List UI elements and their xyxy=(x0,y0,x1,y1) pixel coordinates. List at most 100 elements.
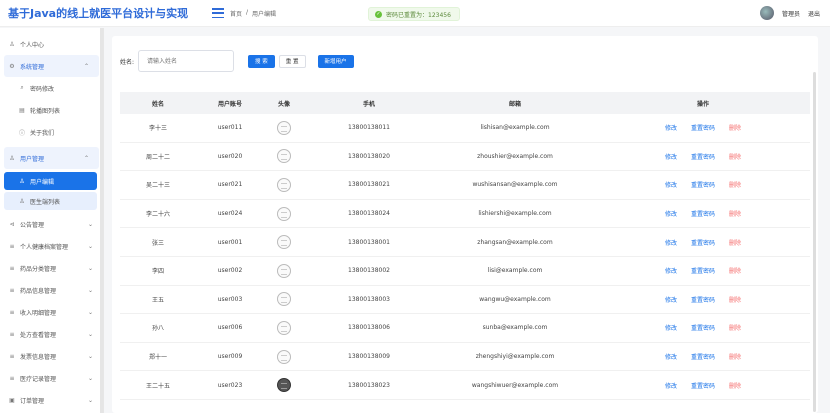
chevron-down-icon: ⌄ xyxy=(87,242,93,250)
table-body: 李十三 user011 13800138011 lishisan@example.co… xyxy=(120,114,810,400)
edit-button[interactable]: 修改 xyxy=(665,123,677,132)
reset-password-button[interactable]: 重置密码 xyxy=(691,123,715,132)
check-icon: ✓ xyxy=(375,10,382,18)
delete-button[interactable]: 删除 xyxy=(729,152,741,161)
cell-account: user002 xyxy=(217,267,243,275)
delete-button[interactable]: 删除 xyxy=(729,295,741,304)
chevron-down-icon: ⌄ xyxy=(87,264,93,272)
reset-password-button[interactable]: 重置密码 xyxy=(691,266,715,275)
chevron-down-icon: ⌄ xyxy=(87,220,93,228)
breadcrumb: 首页 / 用户编辑 xyxy=(230,9,276,18)
breadcrumb-home[interactable]: 首页 xyxy=(230,9,242,18)
edit-button[interactable]: 修改 xyxy=(665,295,677,304)
sidebar-item-user-edit[interactable]: ♙ 用户编辑 xyxy=(4,172,97,190)
reset-password-button[interactable]: 重置密码 xyxy=(691,352,715,361)
cell-name: 王二十五 xyxy=(145,382,170,390)
sidebar-item-user-management[interactable]: ♙ 用户管理 ⌃ xyxy=(4,147,99,169)
list-icon: ≡ xyxy=(9,286,15,294)
cell-name: 王五 xyxy=(151,296,164,304)
user-icon: ♙ xyxy=(19,177,25,185)
main-scrollbar[interactable] xyxy=(813,72,816,412)
search-button[interactable]: 搜 索 xyxy=(248,54,275,68)
cell-actions: 修改 重置密码 删除 xyxy=(596,209,810,218)
delete-button[interactable]: 删除 xyxy=(729,238,741,247)
cell-account: user021 xyxy=(217,181,243,189)
table-row: 孙八 user006 13800138006 sunba@example.com 修改 重… xyxy=(120,314,810,343)
reset-password-button[interactable]: 重置密码 xyxy=(691,238,715,247)
sidebar-scrollbar[interactable] xyxy=(100,28,103,413)
sidebar-item-label: 轮播图列表 xyxy=(30,107,61,115)
chevron-down-icon: ⌄ xyxy=(87,396,93,404)
search-input[interactable] xyxy=(138,50,235,72)
chevron-up-icon: ⌃ xyxy=(83,154,89,162)
user-name[interactable]: 管理员 xyxy=(782,9,800,18)
breadcrumb-separator: / xyxy=(246,8,249,16)
edit-button[interactable]: 修改 xyxy=(665,152,677,161)
user-table: 姓名 用户账号 头像 手机 邮箱 操作 李十三 user011 1380013801… xyxy=(120,92,810,400)
menu-toggle-icon[interactable] xyxy=(212,8,224,18)
cell-avatar xyxy=(264,320,304,335)
sidebar-item-announcement[interactable]: ⊲ 公告管理 ⌄ xyxy=(0,213,103,235)
cell-name: 孙八 xyxy=(151,325,164,333)
sidebar-item-password-change[interactable]: ⌕ 密码修改 xyxy=(0,77,103,99)
delete-button[interactable]: 删除 xyxy=(729,123,741,132)
sidebar-item-drug-category[interactable]: ≡ 药品分类管理 ⌄ xyxy=(0,257,103,279)
sidebar-item-carousel-list[interactable]: ▤ 轮播图列表 xyxy=(0,99,103,121)
sidebar-item-drug-info[interactable]: ≡ 药品信息管理 ⌄ xyxy=(0,279,103,301)
sidebar-item-label: 密码修改 xyxy=(30,85,55,93)
sidebar-item-prescription[interactable]: ≡ 处方查看管理 ⌄ xyxy=(0,323,103,345)
sidebar-item-label: 用户管理 xyxy=(20,155,45,163)
edit-button[interactable]: 修改 xyxy=(665,352,677,361)
col-email-header: 邮箱 xyxy=(508,100,521,108)
reset-password-button[interactable]: 重置密码 xyxy=(691,381,715,390)
delete-button[interactable]: 删除 xyxy=(729,180,741,189)
cell-avatar xyxy=(264,206,304,221)
sidebar-item-orders[interactable]: ▣ 订单管理 ⌄ xyxy=(0,389,103,411)
reset-password-button[interactable]: 重置密码 xyxy=(691,209,715,218)
table-row: 周二十二 user020 13800138020 zhoushier@example.… xyxy=(120,143,810,172)
sidebar-item-label: 关于我们 xyxy=(30,129,55,137)
sidebar-item-label: 用户编辑 xyxy=(30,178,55,186)
reset-password-button[interactable]: 重置密码 xyxy=(691,152,715,161)
edit-button[interactable]: 修改 xyxy=(665,266,677,275)
reset-password-button[interactable]: 重置密码 xyxy=(691,295,715,304)
edit-button[interactable]: 修改 xyxy=(665,323,677,332)
delete-button[interactable]: 删除 xyxy=(729,352,741,361)
delete-button[interactable]: 删除 xyxy=(729,381,741,390)
edit-button[interactable]: 修改 xyxy=(665,381,677,390)
sidebar-item-doctor-list[interactable]: ♙ 医生端列表 xyxy=(4,192,97,210)
cell-account: user003 xyxy=(217,295,243,303)
sidebar-item-label: 收入明细管理 xyxy=(20,309,57,317)
sidebar-item-invoice[interactable]: ≡ 发票信息管理 ⌄ xyxy=(0,345,103,367)
cell-name: 李二十六 xyxy=(145,211,170,219)
megaphone-icon: ⊲ xyxy=(9,220,15,228)
breadcrumb-current: 用户编辑 xyxy=(252,10,277,18)
reset-password-button[interactable]: 重置密码 xyxy=(691,180,715,189)
sidebar-item-about-us[interactable]: ⓘ 关于我们 xyxy=(0,121,103,143)
delete-button[interactable]: 删除 xyxy=(729,209,741,218)
delete-button[interactable]: 删除 xyxy=(729,323,741,332)
cell-phone: 13800138020 xyxy=(348,152,390,160)
table-row: 李二十六 user024 13800138024 lishiershi@example… xyxy=(120,200,810,229)
cell-actions: 修改 重置密码 删除 xyxy=(596,352,810,361)
list-icon: ≡ xyxy=(9,264,15,272)
edit-button[interactable]: 修改 xyxy=(665,209,677,218)
delete-button[interactable]: 删除 xyxy=(729,266,741,275)
cell-phone: 13800138009 xyxy=(348,353,390,361)
reset-button[interactable]: 重 置 xyxy=(278,54,306,68)
avatar[interactable] xyxy=(759,6,774,20)
sidebar-item-income-detail[interactable]: ≡ 收入明细管理 ⌄ xyxy=(0,301,103,323)
sidebar-item-health-records[interactable]: ≡ 个人健康档案管理 ⌄ xyxy=(0,235,103,257)
info-icon: ⓘ xyxy=(18,129,25,137)
sidebar-item-medical-records[interactable]: ≡ 医疗记录管理 ⌄ xyxy=(0,367,103,389)
sidebar-item-label: 订单管理 xyxy=(20,397,45,405)
edit-button[interactable]: 修改 xyxy=(665,180,677,189)
sidebar-item-system-management[interactable]: ⚙ 系统管理 ⌃ xyxy=(4,55,99,77)
sidebar-item-personal-center[interactable]: ♙ 个人中心 xyxy=(0,33,103,55)
reset-password-button[interactable]: 重置密码 xyxy=(691,323,715,332)
cell-actions: 修改 重置密码 删除 xyxy=(596,152,810,161)
add-user-button[interactable]: 新增用户 xyxy=(317,54,354,68)
edit-button[interactable]: 修改 xyxy=(665,238,677,247)
col-avatar-header: 头像 xyxy=(277,100,290,108)
logout-link[interactable]: 退出 xyxy=(808,9,820,18)
